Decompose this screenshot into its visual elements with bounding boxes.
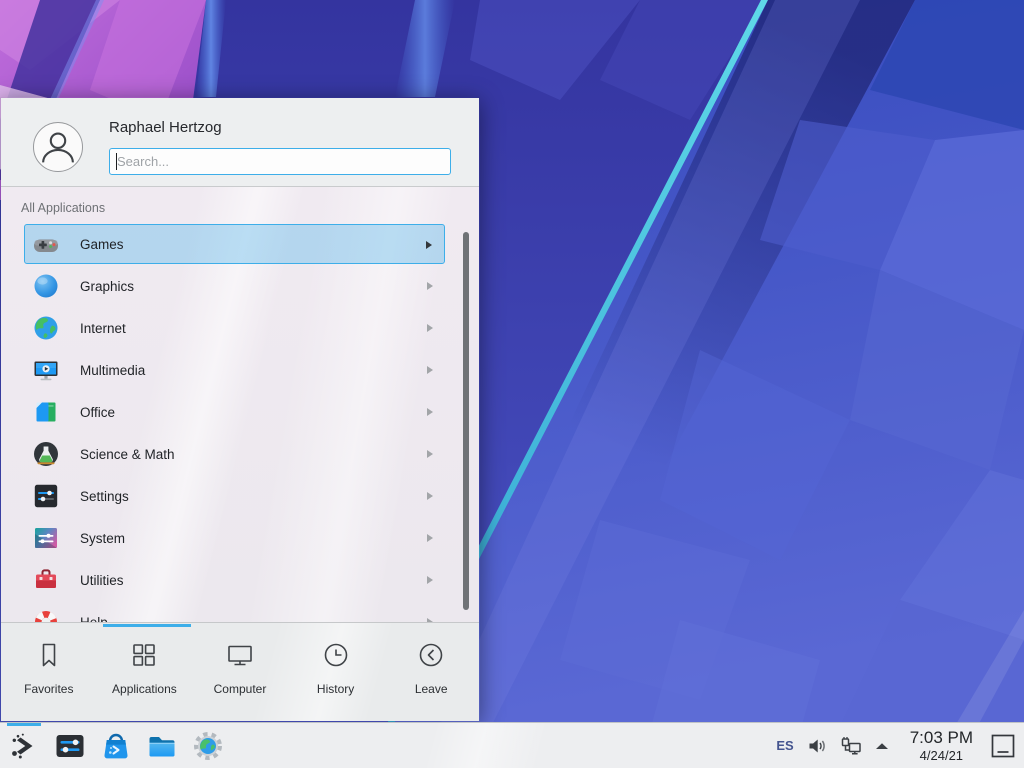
tab-label: Applications (112, 682, 177, 696)
category-row-settings[interactable]: Settings (24, 476, 445, 516)
computer-icon (225, 640, 255, 675)
submenu-arrow-icon (427, 534, 433, 542)
digital-clock[interactable]: 7:03 PM 4/24/21 (910, 729, 973, 762)
search-input[interactable] (109, 148, 451, 175)
category-row-internet[interactable]: Internet (24, 308, 445, 348)
system-settings-icon (54, 749, 86, 766)
category-row-games[interactable]: Games (24, 224, 445, 264)
taskbar-file-manager-button[interactable] (146, 730, 178, 762)
list-scrollbar[interactable] (463, 232, 469, 610)
discover-icon (100, 749, 132, 766)
dolphin-icon (146, 749, 178, 766)
submenu-arrow-icon (427, 450, 433, 458)
submenu-arrow-icon (427, 576, 433, 584)
kde-launcher-icon (8, 749, 40, 766)
category-label: Utilities (80, 573, 124, 588)
category-label: Internet (80, 321, 126, 336)
tab-applications[interactable]: Applications (97, 623, 193, 696)
category-label: Games (80, 237, 124, 252)
multimedia-icon (32, 356, 60, 384)
system-icon (32, 524, 60, 552)
submenu-arrow-icon (426, 241, 432, 249)
network-icon[interactable] (840, 736, 860, 756)
user-avatar-icon[interactable] (33, 122, 83, 172)
games-icon (32, 230, 60, 258)
favorites-icon (34, 640, 64, 675)
search-field-wrap (109, 148, 451, 175)
office-icon (32, 398, 60, 426)
tab-label: Leave (415, 682, 448, 696)
tab-favorites[interactable]: Favorites (1, 623, 97, 696)
text-caret (116, 153, 117, 170)
taskbar-application-launcher-button[interactable] (8, 730, 40, 762)
category-row-office[interactable]: Office (24, 392, 445, 432)
history-icon (321, 640, 351, 675)
category-row-multimedia[interactable]: Multimedia (24, 350, 445, 390)
category-row-system[interactable]: System (24, 518, 445, 558)
category-row-help[interactable]: Help (24, 602, 445, 622)
internet-icon (32, 314, 60, 342)
category-row-science-math[interactable]: Science & Math (24, 434, 445, 474)
submenu-arrow-icon (427, 324, 433, 332)
utilities-icon (32, 566, 60, 594)
desktop: Raphael Hertzog All Applications Games G… (0, 0, 1024, 768)
help-icon (32, 608, 60, 622)
category-row-utilities[interactable]: Utilities (24, 560, 445, 600)
tab-computer[interactable]: Computer (192, 623, 288, 696)
category-label: Settings (80, 489, 129, 504)
category-label: Science & Math (80, 447, 175, 462)
expand-tray-caret-icon[interactable] (873, 736, 893, 756)
taskbar-discover-button[interactable] (100, 730, 132, 762)
launcher-header: Raphael Hertzog (1, 98, 479, 187)
leave-icon (416, 640, 446, 675)
submenu-arrow-icon (427, 408, 433, 416)
tab-leave[interactable]: Leave (383, 623, 479, 696)
application-launcher-menu: Raphael Hertzog All Applications Games G… (0, 97, 480, 722)
submenu-arrow-icon (427, 366, 433, 374)
clock-date: 4/24/21 (910, 749, 973, 762)
clock-time: 7:03 PM (910, 729, 973, 746)
show-desktop-button[interactable] (990, 733, 1016, 759)
tab-label: Computer (214, 682, 267, 696)
graphics-icon (32, 272, 60, 300)
submenu-arrow-icon (427, 492, 433, 500)
launcher-footer: Favorites Applications Computer History … (1, 622, 479, 721)
category-label: Multimedia (80, 363, 145, 378)
settings-icon (32, 482, 60, 510)
applications-icon (129, 640, 159, 675)
submenu-arrow-icon (427, 282, 433, 290)
taskbar-system-settings-button[interactable] (54, 730, 86, 762)
category-label: Help (80, 615, 108, 623)
active-task-indicator (7, 723, 41, 726)
system-tray: ES (776, 729, 1016, 762)
active-tab-indicator (103, 624, 191, 627)
section-header: All Applications (21, 201, 479, 215)
taskbar-panel: ES (0, 722, 1024, 768)
taskbar-web-browser-button[interactable] (192, 730, 224, 762)
volume-icon[interactable] (807, 736, 827, 756)
tab-label: History (317, 682, 354, 696)
category-label: Graphics (80, 279, 134, 294)
category-label: System (80, 531, 125, 546)
category-row-graphics[interactable]: Graphics (24, 266, 445, 306)
science-icon (32, 440, 60, 468)
tab-history[interactable]: History (288, 623, 384, 696)
application-list: All Applications Games Graphics Internet… (1, 187, 479, 622)
tab-label: Favorites (24, 682, 73, 696)
keyboard-layout-indicator[interactable]: ES (776, 738, 793, 753)
user-name: Raphael Hertzog (109, 119, 222, 136)
category-label: Office (80, 405, 115, 420)
globe-gear-icon (192, 749, 224, 766)
